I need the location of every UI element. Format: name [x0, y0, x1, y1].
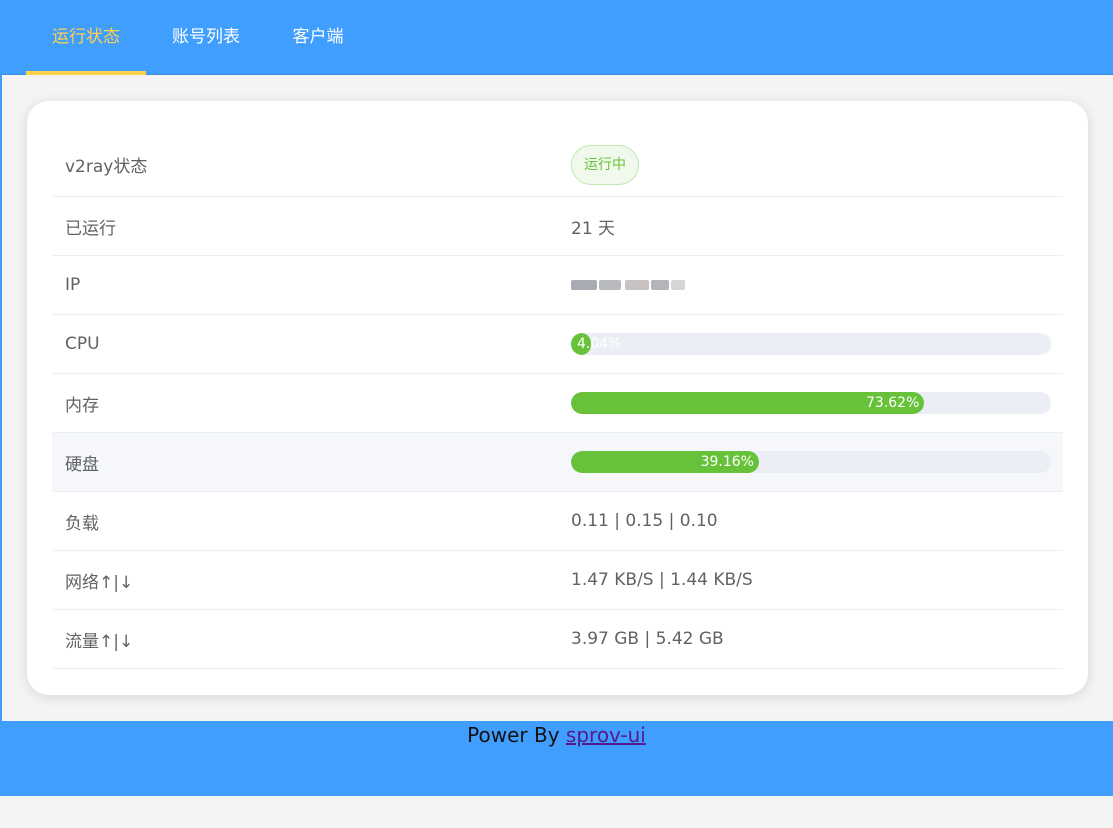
disk-progress: 39.16% — [571, 451, 1051, 473]
row-label: 流量↑|↓ — [65, 631, 134, 652]
row-label: 网络↑|↓ — [65, 572, 134, 593]
disk-progress-text: 39.16% — [700, 454, 754, 470]
table-row: 网络↑|↓ 1.47 KB/S | 1.44 KB/S — [52, 551, 1063, 610]
row-label: 硬盘 — [65, 454, 99, 475]
memory-progress: 73.62% — [571, 392, 1051, 414]
ip-value — [571, 256, 689, 314]
footer: Power By sprov-ui — [0, 721, 1113, 796]
row-label: IP — [65, 275, 81, 295]
memory-progress-text: 73.62% — [866, 395, 920, 411]
ip-redacted — [571, 276, 689, 294]
cpu-progress: 4.04% — [571, 333, 1051, 355]
network-value: 1.47 KB/S | 1.44 KB/S — [571, 570, 753, 590]
row-label: 已运行 — [65, 218, 116, 239]
top-nav: 运行状态 账号列表 客户端 — [0, 0, 1113, 75]
tab-client[interactable]: 客户端 — [266, 0, 370, 75]
cpu-progress-text: 4.04% — [577, 336, 622, 352]
status-badge: 运行中 — [571, 144, 639, 185]
table-row: CPU 4.04% — [52, 315, 1063, 374]
row-label: v2ray状态 — [65, 157, 148, 177]
table-row: IP — [52, 256, 1063, 315]
tab-account-list[interactable]: 账号列表 — [146, 0, 266, 75]
footer-prefix: Power By — [467, 723, 566, 747]
row-label: 内存 — [65, 395, 99, 416]
table-row: 已运行 21 天 — [52, 197, 1063, 256]
load-value: 0.11 | 0.15 | 0.10 — [571, 511, 718, 531]
status-card: v2ray状态 运行中 已运行 21 天 IP CPU 4.04% 内存 73.… — [27, 101, 1088, 695]
row-label: 负载 — [65, 513, 99, 534]
page-edge — [0, 75, 2, 721]
table-row: 负载 0.11 | 0.15 | 0.10 — [52, 492, 1063, 551]
sprov-ui-link[interactable]: sprov-ui — [566, 723, 646, 747]
table-row: 硬盘 39.16% — [52, 433, 1063, 492]
table-row: 流量↑|↓ 3.97 GB | 5.42 GB — [52, 610, 1063, 669]
row-label: CPU — [65, 334, 100, 354]
uptime-value: 21 天 — [571, 218, 616, 239]
active-tab-indicator — [26, 71, 146, 75]
table-row: 内存 73.62% — [52, 374, 1063, 433]
status-table: v2ray状态 运行中 已运行 21 天 IP CPU 4.04% 内存 73.… — [52, 133, 1063, 669]
table-row: v2ray状态 运行中 — [52, 133, 1063, 197]
row-value: 运行中 — [571, 133, 639, 196]
tab-running-status[interactable]: 运行状态 — [26, 0, 146, 75]
traffic-value: 3.97 GB | 5.42 GB — [571, 629, 724, 649]
